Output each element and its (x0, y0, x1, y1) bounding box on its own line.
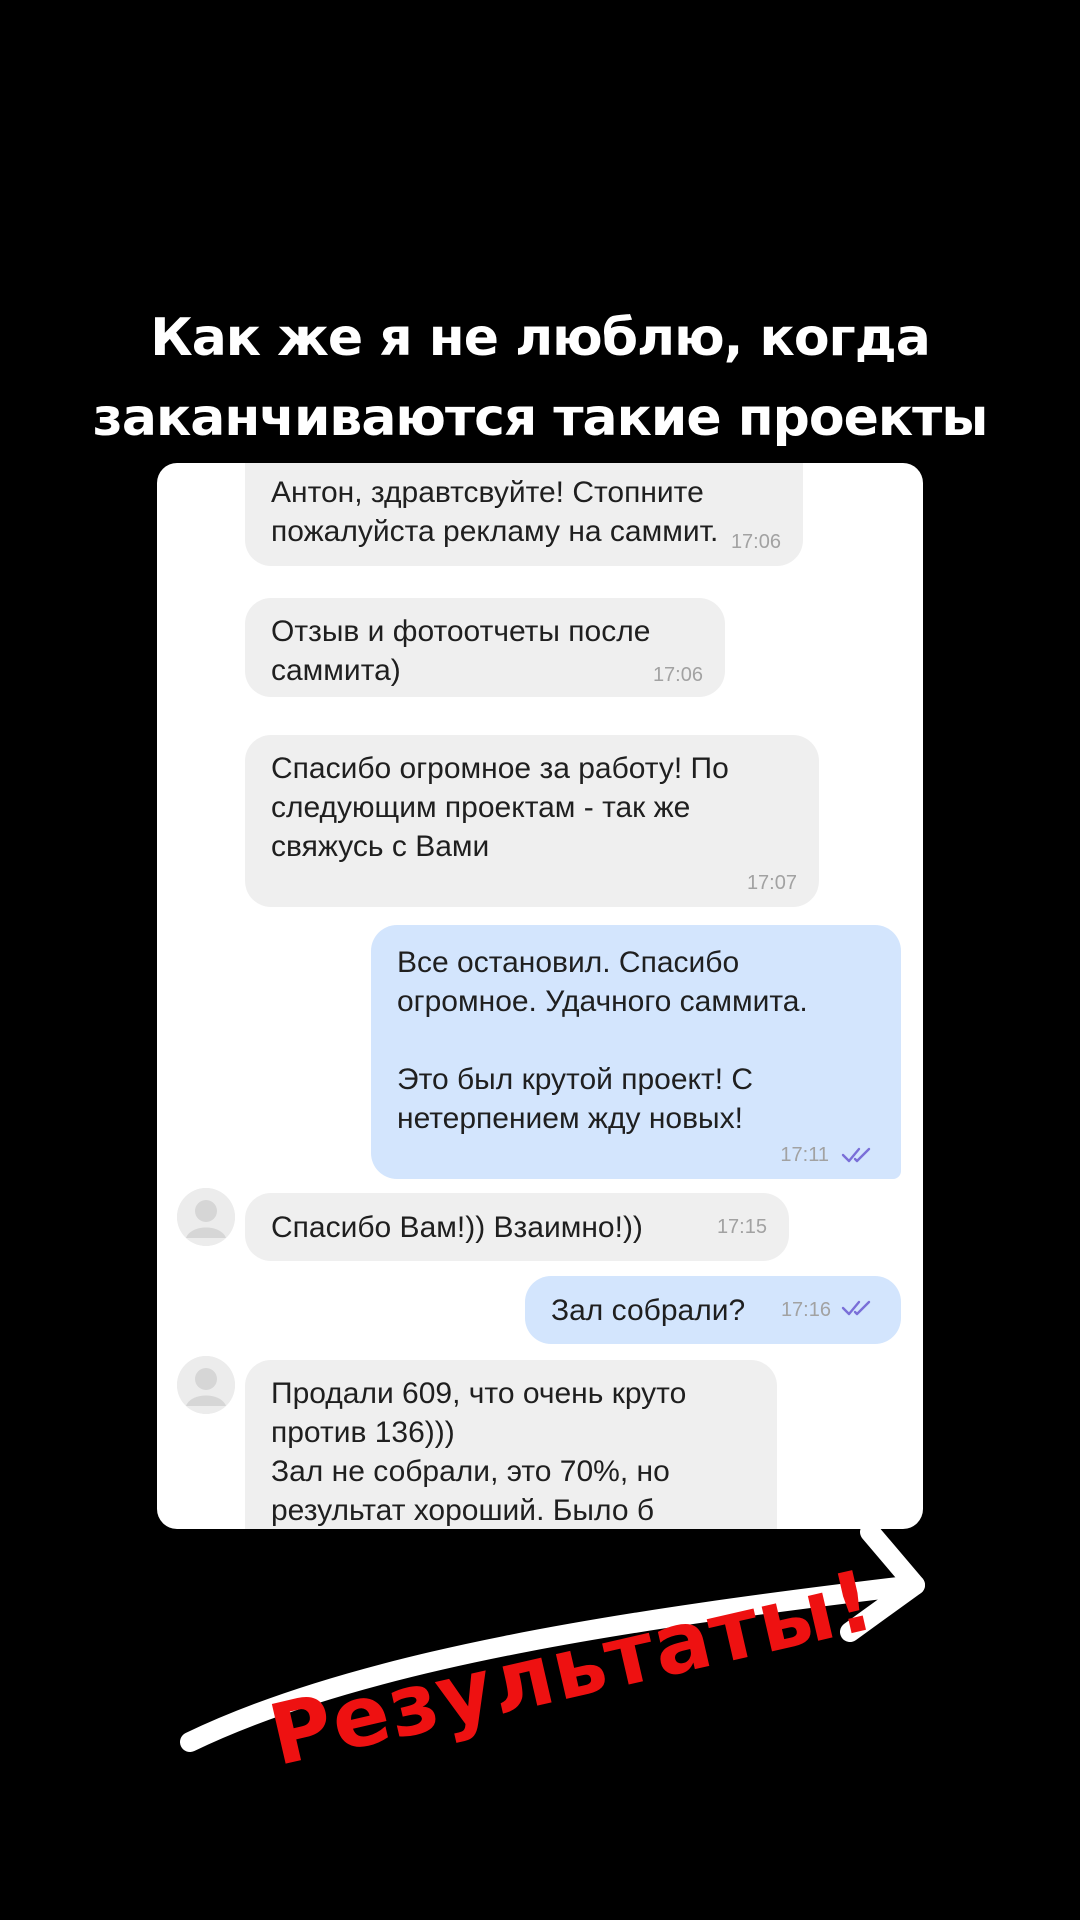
read-check-icon (841, 1300, 871, 1316)
incoming-message: Спасибо огромное за работу! По следующим… (245, 735, 819, 907)
headline-line-2: заканчиваются такие проекты (92, 388, 989, 448)
message-time: 17:06 (730, 531, 781, 553)
message-text: Все остановил. Спасибо огромное. Удачног… (397, 946, 808, 1135)
message-time: 17:07 (746, 872, 797, 894)
outgoing-message: Все остановил. Спасибо огромное. Удачног… (371, 925, 901, 1179)
message-text: Спасибо огромное за работу! По следующим… (271, 752, 729, 863)
outgoing-message: Зал собрали? 17:16 (525, 1276, 901, 1344)
message-time: 17:11 (780, 1144, 829, 1166)
message-text: Зал собрали? (551, 1294, 746, 1327)
read-check-icon (841, 1147, 871, 1163)
contact-avatar-icon (177, 1356, 235, 1414)
incoming-message: Антон, здравтсвуйте! Стопните пожалуйста… (245, 463, 803, 566)
chat-screenshot: Антон, здравтсвуйте! Стопните пожалуйста… (157, 463, 923, 1529)
headline: Как же я не люблю, когда заканчиваются т… (0, 298, 1080, 458)
message-text: Отзыв и фотоотчеты после саммита) (271, 615, 651, 687)
message-time: 17:16 (780, 1299, 831, 1321)
story-screen: Как же я не люблю, когда заканчиваются т… (0, 0, 1080, 1920)
incoming-message: Отзыв и фотоотчеты после саммита) 17:06 (245, 598, 725, 697)
message-time: 17:06 (652, 664, 703, 686)
incoming-message: Спасибо Вам!)) Взаимно!)) 17:15 (245, 1193, 789, 1261)
message-text: Антон, здравтсвуйте! Стопните пожалуйста… (271, 476, 719, 548)
message-time: 17:15 (716, 1216, 767, 1238)
headline-line-1: Как же я не люблю, когда (150, 308, 931, 368)
message-text: Спасибо Вам!)) Взаимно!)) (271, 1211, 643, 1244)
contact-avatar-icon (177, 1188, 235, 1246)
